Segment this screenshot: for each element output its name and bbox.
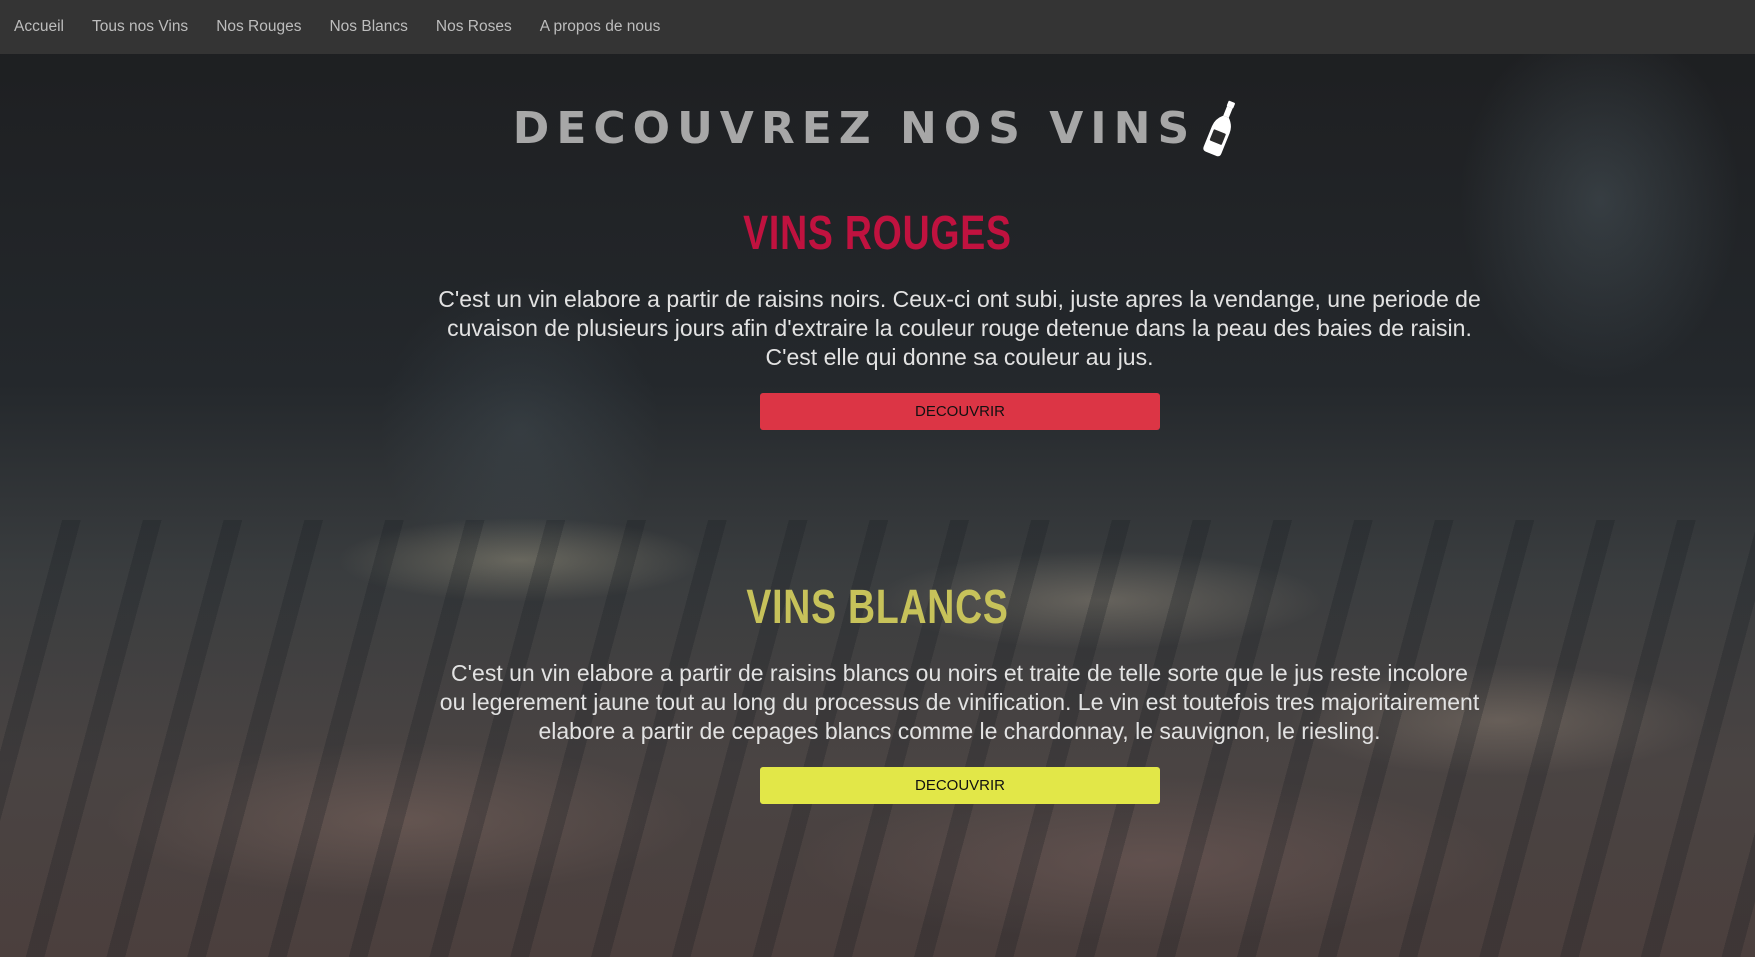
top-navbar: Accueil Tous nos Vins Nos Rouges Nos Bla… bbox=[0, 0, 1755, 54]
nav-link-nos-blancs[interactable]: Nos Blancs bbox=[329, 18, 407, 36]
hero-heading: DECOUVREZ NOS VINS bbox=[0, 96, 1755, 160]
decouvrir-blancs-button[interactable]: DECOUVRIR bbox=[760, 767, 1160, 804]
nav-link-a-propos[interactable]: A propos de nous bbox=[540, 18, 661, 36]
hero-title-text: DECOUVREZ NOS VINS bbox=[512, 102, 1197, 154]
wine-bottle-icon bbox=[1202, 96, 1242, 160]
vins-rouges-description: C'est un vin elabore a partir de raisins… bbox=[438, 286, 1481, 370]
nav-link-tous-nos-vins[interactable]: Tous nos Vins bbox=[92, 18, 188, 36]
nav-link-nos-rouges[interactable]: Nos Rouges bbox=[216, 18, 301, 36]
vins-rouges-title: VINS ROUGES bbox=[743, 207, 1012, 260]
vins-blancs-title: VINS BLANCS bbox=[746, 581, 1009, 634]
decouvrir-rouges-button[interactable]: DECOUVRIR bbox=[760, 393, 1160, 430]
vins-blancs-description: C'est un vin elabore a partir de raisins… bbox=[439, 660, 1480, 744]
nav-link-accueil[interactable]: Accueil bbox=[14, 18, 64, 36]
nav-link-nos-roses[interactable]: Nos Roses bbox=[436, 18, 512, 36]
